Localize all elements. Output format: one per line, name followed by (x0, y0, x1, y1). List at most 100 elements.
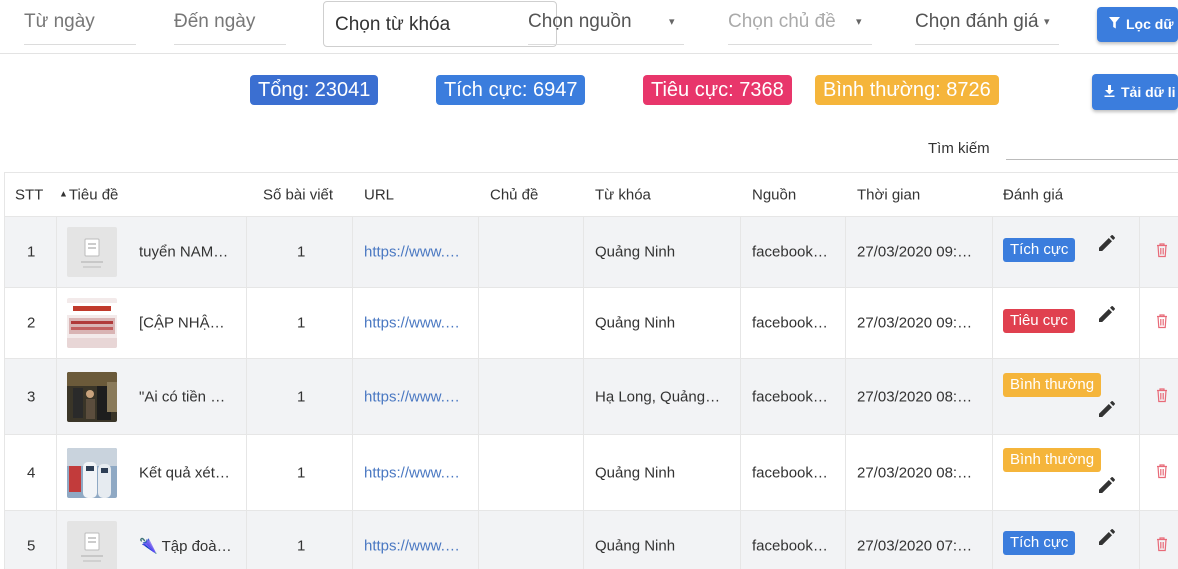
cell-posts: 1 (247, 217, 353, 287)
topic-select[interactable]: Chọn chủ đề ▾ (728, 0, 872, 46)
post-thumbnail[interactable] (67, 227, 117, 277)
table-row[interactable]: 3 "Ai có tiền … 1 https://www.… Hạ Long, Quả… (5, 359, 1178, 435)
keyword-select[interactable]: Chọn từ khóa (323, 1, 557, 47)
header-stt: STT (15, 186, 44, 203)
sort-asc-icon: ▲ (59, 188, 68, 198)
rating-badge: Bình thường (1003, 448, 1102, 472)
cell-url[interactable]: https://www.… (353, 511, 479, 569)
header-rating: Đánh giá (1003, 186, 1064, 203)
cell-keyword: Quảng Ninh (584, 435, 741, 510)
source-select[interactable]: Chọn nguồn ▾ (528, 0, 684, 46)
cell-url[interactable]: https://www.… (353, 288, 479, 358)
filter-button[interactable]: Lọc dữ (1097, 7, 1178, 42)
source-text: facebook… (752, 314, 828, 332)
chevron-down-icon: ▾ (856, 16, 862, 28)
header-url: URL (364, 186, 395, 203)
keyword-text: Hạ Long, Quảng… (595, 388, 721, 405)
url-text[interactable]: https://www.… (364, 244, 460, 261)
edit-icon[interactable] (1097, 304, 1117, 330)
cell-posts: 1 (247, 359, 353, 434)
url-text[interactable]: https://www.… (364, 537, 460, 554)
url-text[interactable]: https://www.… (364, 464, 460, 481)
cell-time: 27/03/2020 08:… (846, 359, 993, 434)
cell-time: 27/03/2020 09:… (846, 217, 993, 287)
delete-icon[interactable] (1156, 314, 1168, 333)
chevron-down-icon: ▾ (1044, 16, 1050, 28)
cell-source: facebook… (741, 435, 846, 510)
title-text: 🌂 Tập đoà… (139, 537, 232, 555)
delete-icon[interactable] (1156, 536, 1168, 555)
search-input[interactable] (1006, 136, 1178, 160)
header-title: Tiêu đề (68, 186, 119, 203)
cell-topic (479, 511, 584, 569)
cell-stt: 5 (5, 511, 57, 569)
cell-stt: 4 (5, 435, 57, 510)
url-text[interactable]: https://www.… (364, 315, 460, 332)
cell-stt: 2 (5, 288, 57, 358)
time-text: 27/03/2020 09:… (857, 243, 973, 261)
cell-stt: 1 (5, 217, 57, 287)
title-text: Kết quả xét… (139, 464, 230, 481)
stt-text: 4 (27, 464, 36, 481)
download-button[interactable]: Tải dữ li (1092, 74, 1178, 110)
time-text: 27/03/2020 09:… (857, 314, 973, 332)
table-row[interactable]: 5 🌂 Tập đoà… 1 https://www.… Quảng Ninh faceb… (5, 511, 1178, 569)
cell-delete (1140, 217, 1178, 287)
filter-icon (1109, 8, 1120, 42)
cell-rating: Tiêu cực (993, 288, 1140, 358)
header-title-sort[interactable]: ▲Tiêu đề (57, 173, 247, 216)
table-row[interactable]: 2 [CẬP NHẬ… 1 https://www.… Quảng Ninh facebo… (5, 288, 1178, 359)
cell-stt: 3 (5, 359, 57, 434)
filter-bar: Từ ngày Đến ngày Chọn từ khóa Chọn nguồn… (0, 0, 1178, 54)
url-text[interactable]: https://www.… (364, 388, 460, 405)
cell-time: 27/03/2020 08:… (846, 435, 993, 510)
header-keyword: Từ khóa (595, 186, 651, 203)
edit-icon[interactable] (1097, 475, 1117, 501)
table-row[interactable]: 4 Kết quả xét… 1 https://www.… Quảng Ninh fac… (5, 435, 1178, 511)
cell-source: facebook… (741, 511, 846, 569)
cell-url[interactable]: https://www.… (353, 359, 479, 434)
delete-icon[interactable] (1156, 463, 1168, 482)
edit-icon[interactable] (1097, 527, 1117, 553)
cell-topic (479, 288, 584, 358)
post-thumbnail[interactable] (67, 447, 117, 498)
delete-icon[interactable] (1156, 243, 1168, 262)
cell-url[interactable]: https://www.… (353, 217, 479, 287)
to-date-field[interactable]: Đến ngày (174, 0, 286, 46)
cell-delete (1140, 435, 1178, 510)
keyword-text: Quảng Ninh (595, 537, 676, 554)
cell-rating: Bình thường (993, 435, 1140, 510)
cell-url[interactable]: https://www.… (353, 435, 479, 510)
rating-badge: Tích cực (1003, 531, 1076, 555)
stat-negative: Tiêu cực: 7368 (643, 75, 792, 105)
post-thumbnail[interactable] (67, 520, 117, 569)
post-thumbnail[interactable] (67, 371, 117, 422)
delete-icon[interactable] (1156, 387, 1168, 406)
cell-posts: 1 (247, 288, 353, 358)
edit-icon[interactable] (1097, 399, 1117, 425)
cell-keyword: Quảng Ninh (584, 217, 741, 287)
rating-select[interactable]: Chọn đánh giá ▾ (915, 0, 1059, 46)
cell-delete (1140, 511, 1178, 569)
stat-neutral: Bình thường: 8726 (815, 75, 999, 105)
cell-rating: Bình thường (993, 359, 1140, 434)
source-text: facebook… (752, 537, 828, 554)
to-date-placeholder: Đến ngày (174, 11, 256, 32)
cell-title: Kết quả xét… (57, 435, 247, 510)
rating-badge: Bình thường (1003, 373, 1102, 397)
edit-icon[interactable] (1097, 233, 1117, 259)
post-thumbnail[interactable] (67, 298, 117, 348)
from-date-field[interactable]: Từ ngày (24, 0, 136, 46)
source-text: facebook… (752, 464, 828, 481)
topic-select-label: Chọn chủ đề (728, 11, 836, 32)
cell-source: facebook… (741, 288, 846, 358)
posts-text: 1 (297, 314, 306, 332)
table-row[interactable]: 1 tuyển NAM… 1 https://www.… Quảng Ninh faceb… (5, 217, 1178, 288)
download-icon (1104, 75, 1115, 110)
time-text: 27/03/2020 08:… (857, 464, 973, 481)
cell-time: 27/03/2020 07:… (846, 511, 993, 569)
posts-text: 1 (297, 537, 306, 554)
header-source: Nguồn (752, 186, 797, 203)
cell-topic (479, 217, 584, 287)
posts-text: 1 (297, 388, 306, 405)
